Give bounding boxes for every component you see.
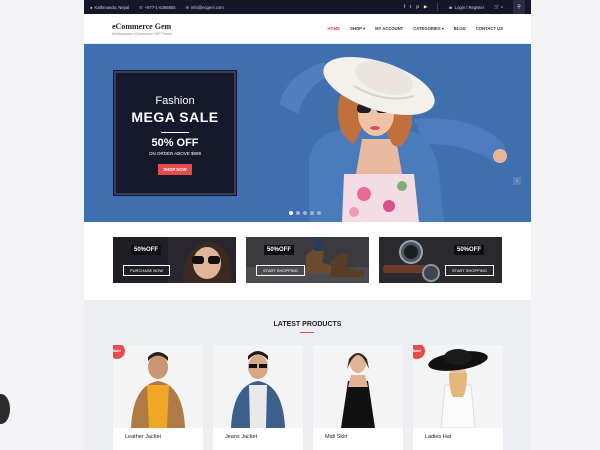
slider-next-button[interactable]: ›: [513, 177, 521, 185]
product-image-jeans-jacket: [213, 345, 303, 428]
facebook-icon[interactable]: f: [404, 4, 405, 10]
cart-icon: 🛒: [494, 4, 500, 9]
product-name[interactable]: Jeans Jacket: [225, 434, 257, 440]
product-image-leather-jacket: [113, 345, 203, 428]
hero-slider: Fashion MEGA SALE 50% OFF ON ORDER ABOVE…: [84, 44, 531, 222]
slider-dot[interactable]: [317, 211, 321, 215]
floating-side-button[interactable]: [0, 394, 10, 424]
hero-kicker: Fashion: [155, 95, 195, 107]
product-name[interactable]: Midi Skirt: [325, 434, 348, 440]
divider: [437, 3, 439, 11]
phone-text: +977-1-5366655: [144, 4, 176, 10]
start-shopping-button[interactable]: START SHOPPING: [256, 265, 305, 276]
promo-banners: 50%OFF PURCHASE NOW 50%OFF START SHOPPIN…: [84, 234, 531, 286]
account-text: Login / Register: [454, 4, 485, 10]
latest-products-section: LATEST PRODUCTS Sale! Leather Jacket Jea…: [84, 300, 531, 450]
youtube-icon[interactable]: ▶: [424, 4, 427, 10]
product-card[interactable]: Sale! Ladies Hat: [413, 345, 503, 450]
purchase-now-button[interactable]: PURCHASE NOW: [123, 265, 171, 276]
slider-dot[interactable]: [303, 211, 307, 215]
phone-icon: ✆: [139, 4, 143, 10]
product-card[interactable]: Jeans Jacket: [213, 345, 303, 450]
user-icon: ☻: [448, 4, 453, 10]
site-header: eCommerce Gem Multipurpose eCommerce WP …: [84, 14, 531, 44]
slider-dot[interactable]: [296, 211, 300, 215]
chevron-right-icon: ›: [516, 178, 518, 184]
account-link[interactable]: ☻ Login / Register: [448, 5, 484, 10]
page: ● Kathmandu, Nepal ✆ +977-1-5366655 ✉ info@…: [84, 0, 531, 450]
search-icon: ⚲: [517, 4, 521, 10]
product-image-ladies-hat: [413, 345, 503, 428]
slider-dot[interactable]: [289, 211, 293, 215]
mail-icon: ✉: [185, 4, 190, 10]
phone-info[interactable]: ✆ +977-1-5366655: [139, 5, 175, 10]
nav-contact-us[interactable]: CONTACT US: [476, 26, 503, 31]
top-bar: ● Kathmandu, Nepal ✆ +977-1-5366655 ✉ info@…: [84, 0, 531, 14]
site-title[interactable]: eCommerce Gem: [112, 22, 172, 31]
slider-dot[interactable]: [310, 211, 314, 215]
product-name[interactable]: Leather Jacket: [125, 434, 161, 440]
promo-image-shoes: [246, 237, 369, 283]
nav-categories[interactable]: CATEGORIES: [413, 26, 444, 31]
map-pin-icon: ●: [90, 4, 93, 10]
social-links: f t p ▶: [404, 4, 428, 10]
promo-discount: 50%OFF: [454, 245, 485, 255]
product-name[interactable]: Ladies Hat: [425, 434, 451, 440]
site-logo[interactable]: eCommerce Gem Multipurpose eCommerce WP …: [112, 22, 172, 36]
site-tagline: Multipurpose eCommerce WP Theme: [112, 31, 172, 36]
product-card[interactable]: Midi Skirt: [313, 345, 403, 450]
email-text: info@ecgem.com: [191, 4, 224, 10]
product-card[interactable]: Sale! Leather Jacket: [113, 345, 203, 450]
promo-banner-2[interactable]: 50%OFF START SHOPPING: [246, 237, 369, 283]
promo-discount: 50%OFF: [264, 245, 295, 255]
promo-banner-3[interactable]: 50%OFF START SHOPPING: [379, 237, 502, 283]
hero-offer: 50% OFF: [151, 137, 199, 149]
nav-home[interactable]: HOME: [328, 26, 341, 31]
divider: [161, 132, 189, 133]
cart-link[interactable]: 🛒 0: [494, 4, 503, 10]
hero-promo-box: Fashion MEGA SALE 50% OFF ON ORDER ABOVE…: [113, 70, 237, 196]
nav-shop[interactable]: SHOP: [350, 26, 365, 31]
main-nav: HOME SHOP MY ACCOUNT CATEGORIES BLOG CON…: [328, 26, 503, 31]
section-title: LATEST PRODUCTS: [273, 321, 342, 328]
promo-discount: 50%OFF: [131, 245, 162, 255]
start-shopping-button[interactable]: START SHOPPING: [445, 265, 494, 276]
promo-image-watches: [379, 237, 502, 283]
nav-my-account[interactable]: MY ACCOUNT: [375, 26, 403, 31]
title-underline: [300, 332, 314, 333]
email-info[interactable]: ✉ info@ecgem.com: [186, 5, 224, 10]
twitter-icon[interactable]: t: [410, 4, 411, 10]
promo-banner-1[interactable]: 50%OFF PURCHASE NOW: [113, 237, 236, 283]
nav-blog[interactable]: BLOG: [454, 26, 466, 31]
cart-count: 0: [501, 5, 503, 9]
search-button[interactable]: ⚲: [513, 0, 525, 14]
hero-headline: MEGA SALE: [131, 109, 219, 125]
promo-image-sunglasses-woman: [168, 237, 236, 283]
shop-now-button[interactable]: SHOP NOW: [158, 164, 192, 175]
pinterest-icon[interactable]: p: [416, 4, 419, 10]
location-text: Kathmandu, Nepal: [94, 4, 130, 10]
slider-dots: [289, 211, 321, 215]
product-image-midi-skirt: [313, 345, 403, 428]
location-info: ● Kathmandu, Nepal: [90, 5, 129, 10]
hero-offer-sub: ON ORDER ABOVE $999: [148, 151, 202, 156]
